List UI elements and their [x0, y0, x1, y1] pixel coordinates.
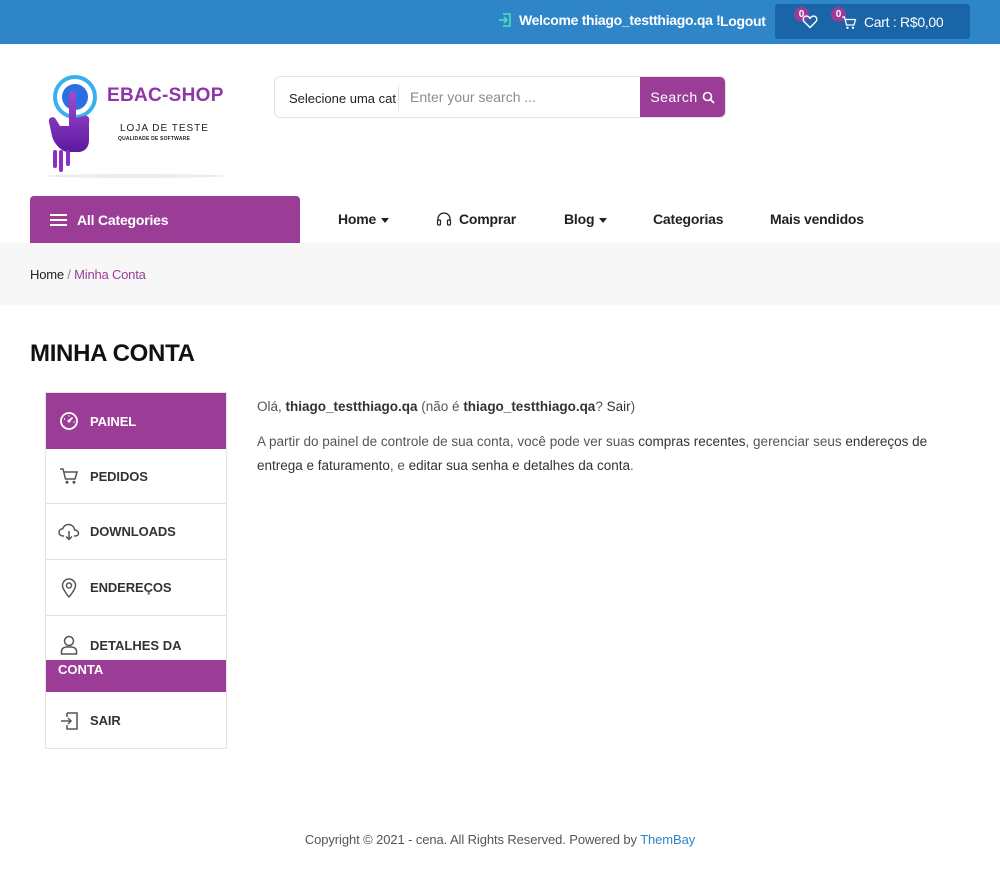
- heart-icon[interactable]: [802, 14, 818, 29]
- breadcrumb-current: Minha Conta: [74, 267, 146, 282]
- footer: Copyright © 2021 - cena. All Rights Rese…: [0, 832, 1000, 847]
- cart-icon[interactable]: [841, 15, 857, 30]
- search-button-label: Search: [650, 89, 698, 105]
- logo-subtitle: LOJA DE TESTE: [120, 123, 209, 134]
- breadcrumb-separator: /: [63, 267, 75, 282]
- welcome-text: Welcome thiago_testthiago.qa !: [519, 12, 721, 28]
- intro-prefix: A partir do painel de controle de sua co…: [257, 434, 639, 449]
- all-categories-button[interactable]: All Categories: [30, 196, 300, 243]
- breadcrumb-bar: Home / Minha Conta: [0, 243, 1000, 305]
- greeting-end: ): [630, 399, 636, 414]
- nav-categorias-label: Categorias: [653, 211, 724, 227]
- headset-icon: [436, 211, 452, 226]
- caret-down-icon: [381, 217, 390, 223]
- all-categories-label: All Categories: [77, 211, 169, 228]
- greeting-prefix: Olá,: [257, 399, 286, 414]
- cart-box[interactable]: 0 0 Cart : R$0,00: [775, 4, 970, 39]
- recent-orders-link[interactable]: compras recentes: [638, 434, 745, 449]
- search-input[interactable]: [400, 77, 640, 117]
- search-bar: Selecione uma cat Search: [274, 76, 726, 118]
- nav-mais-vendidos-label: Mais vendidos: [770, 211, 864, 227]
- nav-blog[interactable]: Blog: [564, 211, 608, 227]
- account-nav-detalhes-label-2: CONTA: [58, 662, 104, 677]
- copyright-text: Copyright © 2021 - cena. All Rights Rese…: [304, 832, 641, 847]
- account-navigation: PAINEL PEDIDOS DOWNLOADS ENDEREÇOS DETAL…: [45, 392, 227, 749]
- user-icon: [58, 634, 80, 656]
- account-nav-detalhes-band: CONTA: [46, 660, 226, 692]
- location-pin-icon: [58, 577, 80, 599]
- login-icon: [499, 13, 511, 27]
- nav-mais-vendidos[interactable]: Mais vendidos: [770, 211, 864, 227]
- cart-icon: [58, 465, 80, 487]
- account-nav-pedidos-label: PEDIDOS: [90, 468, 148, 484]
- nav-home[interactable]: Home: [338, 211, 390, 227]
- thembay-link[interactable]: ThemBay: [640, 832, 695, 847]
- dashboard-intro: A partir do painel de controle de sua co…: [257, 430, 957, 478]
- logo-title: EBAC-SHOP: [107, 85, 224, 106]
- intro-mid-2: , e: [389, 458, 409, 473]
- account-nav-detalhes-top: DETALHES DA: [58, 634, 181, 656]
- search-icon: [702, 91, 715, 104]
- account-nav-downloads-label: DOWNLOADS: [90, 524, 176, 539]
- logout-icon: [58, 710, 80, 732]
- intro-end: .: [630, 458, 634, 473]
- nav-blog-label: Blog: [564, 211, 595, 227]
- account-nav-enderecos[interactable]: ENDEREÇOS: [46, 560, 226, 616]
- welcome-message: Welcome thiago_testthiago.qa !: [497, 12, 721, 28]
- greeting-middle: (não é: [417, 399, 464, 414]
- greeting: Olá, thiago_testthiago.qa (não é thiago_…: [257, 395, 957, 419]
- account-nav-detalhes[interactable]: DETALHES DA CONTA: [46, 616, 226, 692]
- nav-categorias[interactable]: Categorias: [653, 211, 724, 227]
- nav-comprar-label: Comprar: [459, 211, 516, 227]
- username-alt: thiago_testthiago.qa: [463, 399, 596, 414]
- cart-total[interactable]: Cart : R$0,00: [864, 14, 944, 30]
- category-select[interactable]: Selecione uma cat: [289, 91, 396, 106]
- greeting-question: ?: [595, 399, 607, 414]
- breadcrumb: Home / Minha Conta: [30, 267, 146, 282]
- account-nav-pedidos[interactable]: PEDIDOS: [46, 449, 226, 504]
- logout-link[interactable]: Logout: [720, 13, 766, 29]
- page-title: MINHA CONTA: [30, 340, 195, 367]
- account-nav-detalhes-label-1: DETALHES DA: [90, 637, 182, 653]
- account-content: Olá, thiago_testthiago.qa (não é thiago_…: [257, 395, 957, 489]
- breadcrumb-home[interactable]: Home: [30, 267, 64, 282]
- account-nav-enderecos-label: ENDEREÇOS: [90, 580, 172, 595]
- account-nav-sair[interactable]: SAIR: [46, 693, 226, 748]
- account-nav-downloads[interactable]: DOWNLOADS: [46, 504, 226, 560]
- cloud-download-icon: [58, 521, 80, 543]
- intro-mid-1: , gerenciar seus: [745, 434, 846, 449]
- sair-link[interactable]: Sair: [607, 399, 631, 414]
- nav-comprar[interactable]: Comprar: [436, 211, 516, 227]
- hamburger-icon: [50, 213, 67, 226]
- search-divider: [398, 85, 399, 111]
- caret-down-icon: [599, 217, 608, 223]
- account-nav-painel-label: PAINEL: [90, 413, 137, 429]
- top-bar: Welcome thiago_testthiago.qa ! Logout 0 …: [0, 0, 1000, 44]
- nav-home-label: Home: [338, 211, 377, 227]
- account-details-link[interactable]: editar sua senha e detalhes da conta: [409, 458, 630, 473]
- logo-tagline: QUALIDADE DE SOFTWARE: [118, 136, 190, 142]
- account-nav-painel[interactable]: PAINEL: [46, 393, 226, 449]
- account-nav-sair-label: SAIR: [90, 713, 121, 728]
- search-button[interactable]: Search: [640, 77, 725, 117]
- username: thiago_testthiago.qa: [285, 399, 418, 414]
- dashboard-icon: [58, 410, 80, 432]
